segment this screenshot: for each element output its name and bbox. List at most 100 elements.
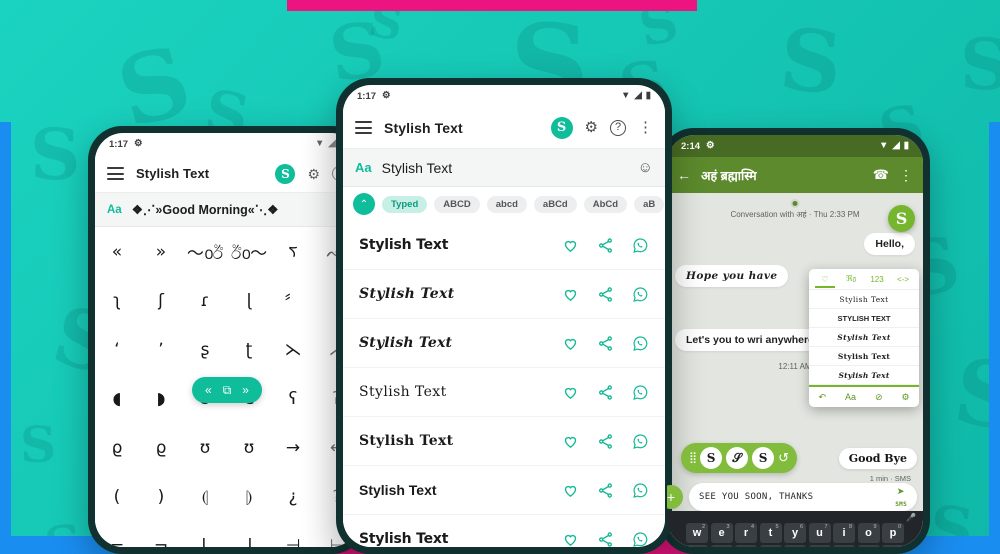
keyboard-key[interactable]: 3e: [710, 523, 733, 543]
share-icon[interactable]: [597, 384, 614, 401]
symbol-cell[interactable]: ʂ: [183, 325, 227, 374]
phone-icon[interactable]: ☎: [873, 167, 889, 183]
symbol-cell[interactable]: ɾ: [183, 276, 227, 325]
popup-style-item[interactable]: Stylish Text: [809, 347, 919, 366]
share-icon[interactable]: [597, 335, 614, 352]
stylish-action-pill[interactable]: ⣿ S 𝒮 S ↺: [681, 443, 797, 473]
symbol-cell[interactable]: ʊ: [227, 423, 271, 472]
left-input-row[interactable]: Aa ❖⋰»Good Morning«⋱❖ ☺: [95, 193, 359, 227]
settings-gear-icon[interactable]: ⚙: [585, 120, 598, 135]
compose-row[interactable]: + SEE YOU SOON, THANKS ➤ SMS: [667, 483, 917, 511]
heart-icon[interactable]: [562, 482, 579, 499]
next-icon[interactable]: »: [242, 383, 249, 397]
whatsapp-icon[interactable]: [632, 237, 649, 254]
symbol-cell[interactable]: ɭ: [227, 276, 271, 325]
case-chip-row[interactable]: ⌃ Typed ABCD abcd aBCd AbCd aB: [343, 187, 665, 221]
case-chip[interactable]: AbCd: [583, 195, 628, 213]
symbol-cell[interactable]: ʕ: [271, 374, 315, 423]
symbol-cell[interactable]: →: [271, 423, 315, 472]
decorate-tab[interactable]: <->: [890, 275, 916, 284]
case-chip[interactable]: abcd: [486, 195, 527, 213]
keyboard-key[interactable]: 6y: [784, 523, 806, 543]
keyboard-key[interactable]: 5t: [759, 523, 782, 543]
popup-style-item[interactable]: STYLISH TEXT: [809, 309, 919, 328]
whatsapp-icon[interactable]: [632, 335, 649, 352]
overflow-menu-icon[interactable]: ⋮: [638, 120, 653, 135]
send-button[interactable]: ➤ SMS: [895, 486, 907, 509]
style-row[interactable]: Stylish Text: [343, 270, 665, 319]
symbol-grid[interactable]: « ⧉ » «»〜൦ඊඊ൦〜ᰛᨒʅʃɾɭ〞〝ʻʼʂʈ⋋⋌◖◗ӘԐʕʔϱϱʊʊ→←…: [95, 227, 359, 547]
hamburger-icon[interactable]: [355, 121, 372, 134]
copy-icon[interactable]: ⧉: [223, 383, 232, 398]
whatsapp-icon[interactable]: [632, 531, 649, 548]
keyboard-key[interactable]: 7u: [808, 523, 831, 543]
mic-icon[interactable]: 🎤: [906, 513, 916, 522]
symbol-cell[interactable]: «: [95, 227, 139, 276]
heart-icon[interactable]: [562, 237, 579, 254]
keyboard-key[interactable]: [735, 545, 757, 547]
share-icon[interactable]: [597, 531, 614, 548]
share-icon[interactable]: [597, 433, 614, 450]
keyboard-key[interactable]: 4r: [735, 523, 757, 543]
prev-icon[interactable]: «: [205, 383, 212, 397]
keyboard-key[interactable]: 2w: [686, 523, 708, 543]
symbol-cell[interactable]: ⌋: [227, 521, 271, 548]
left-input-value[interactable]: ❖⋰»Good Morning«⋱❖: [132, 202, 324, 217]
soft-keyboard[interactable]: 🎤 2w3e4r5t6y7u8i9o0p: [667, 511, 923, 547]
style-row[interactable]: Stylish Text: [343, 221, 665, 270]
style-row[interactable]: Stylish Text: [343, 368, 665, 417]
clear-icon[interactable]: ⊘: [875, 392, 883, 403]
undo-icon[interactable]: ↶: [818, 392, 826, 403]
symbol-cell[interactable]: (: [95, 472, 139, 521]
symbol-cell[interactable]: ¬: [139, 521, 183, 548]
keyboard-key[interactable]: [808, 545, 831, 547]
style-row[interactable]: Stylish Text: [343, 319, 665, 368]
symbol-cell[interactable]: ඊ൦〜: [227, 227, 271, 276]
keyboard-key[interactable]: [857, 545, 880, 547]
help-icon[interactable]: ?: [610, 119, 626, 136]
symbol-cell[interactable]: ⌊: [183, 521, 227, 548]
symbol-cell[interactable]: »: [139, 227, 183, 276]
numbers-tab[interactable]: 123: [864, 275, 890, 284]
symbol-cell[interactable]: ᰛ: [271, 227, 315, 276]
attach-icon[interactable]: +: [667, 485, 683, 509]
keyboard-key[interactable]: 8i: [833, 523, 855, 543]
symbol-cell[interactable]: ⋋: [271, 325, 315, 374]
share-icon[interactable]: [597, 482, 614, 499]
keyboard-key[interactable]: [686, 545, 708, 547]
share-icon[interactable]: [597, 286, 614, 303]
case-chip[interactable]: aBCd: [533, 195, 577, 213]
heart-icon[interactable]: [562, 433, 579, 450]
keyboard-key[interactable]: 0p: [882, 523, 904, 543]
share-icon[interactable]: [597, 237, 614, 254]
popup-style-list[interactable]: Stylish Text STYLISH TEXT Stylish Text Styl…: [809, 290, 919, 385]
message-bubble[interactable]: Let's you to wri anywhere: [675, 329, 825, 351]
symbol-cell[interactable]: 〜൦ඊ: [183, 227, 227, 276]
symbol-cell[interactable]: ʃ: [139, 276, 183, 325]
message-bubble[interactable]: Hope you have: [675, 265, 789, 287]
heart-icon[interactable]: [562, 384, 579, 401]
case-chip[interactable]: ABCD: [434, 195, 480, 213]
stylish-badge-icon[interactable]: S: [550, 116, 573, 139]
keyboard-key[interactable]: [759, 545, 782, 547]
center-input-value[interactable]: Stylish Text: [382, 160, 628, 176]
symbol-cell[interactable]: ⌐: [95, 521, 139, 548]
whatsapp-icon[interactable]: [632, 482, 649, 499]
stylish-fab[interactable]: S: [888, 205, 915, 232]
style-popup[interactable]: ♡ ℜ𝔤 123 <-> Stylish Text STYLISH TEXT Stylis…: [809, 269, 919, 407]
popup-footer[interactable]: ↶ Aa ⊘ ⚙: [809, 385, 919, 407]
symbol-cell[interactable]: ⦈: [227, 472, 271, 521]
message-bubble[interactable]: Hello,: [864, 233, 915, 255]
keyboard-key[interactable]: [784, 545, 806, 547]
symbol-cell[interactable]: ʈ: [227, 325, 271, 374]
fonts-tab[interactable]: ℜ𝔤: [838, 274, 864, 284]
popup-style-item[interactable]: Stylish Text: [809, 366, 919, 385]
emoji-icon[interactable]: ☺: [638, 159, 653, 176]
symbol-cell[interactable]: ʊ: [183, 423, 227, 472]
popup-style-item[interactable]: Stylish Text: [809, 328, 919, 347]
settings-gear-icon[interactable]: ⚙: [307, 167, 320, 181]
undo-icon[interactable]: ↺: [778, 450, 789, 466]
symbol-cell[interactable]: ◖: [95, 374, 139, 423]
symbol-cell[interactable]: 〞: [271, 276, 315, 325]
message-input[interactable]: SEE YOU SOON, THANKS ➤ SMS: [689, 483, 917, 511]
